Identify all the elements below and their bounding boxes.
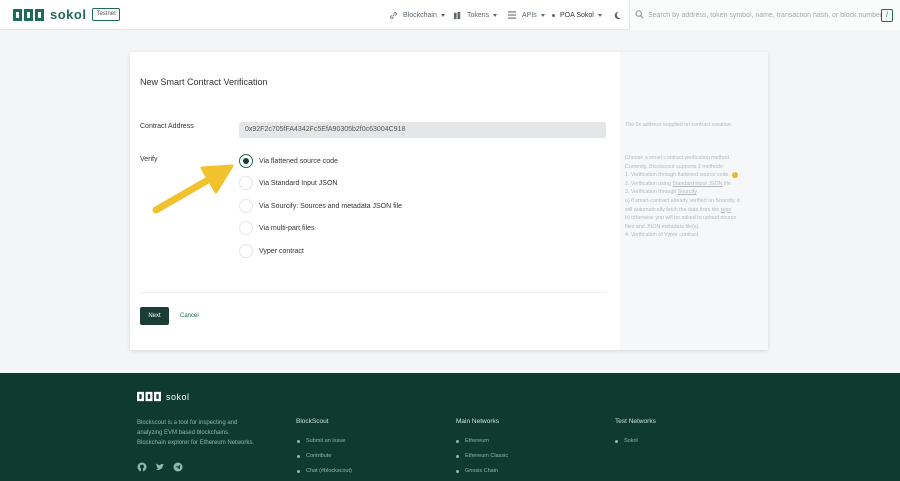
radio-button[interactable] [239, 244, 253, 258]
bullet-icon [297, 469, 300, 473]
method-3-suffix: . [696, 189, 698, 196]
radio-button[interactable] [239, 199, 253, 213]
footer-brand: sokol [166, 391, 190, 402]
footer-link-label: Sokol [624, 438, 638, 444]
theme-toggle[interactable] [613, 0, 622, 30]
contract-address-label: Contract Address [140, 123, 194, 130]
testnet-badge: Testnet [92, 8, 120, 21]
methods-intro: Choose a smart-contract verification met… [625, 155, 731, 170]
nav-blockchain-label: Blockchain [403, 11, 437, 19]
option-label: Via Standard Input JSON [259, 179, 338, 187]
top-navbar: sokol Testnet Blockchain Tokens APIs POA… [0, 0, 900, 30]
option-label: Via multi-part files [259, 224, 315, 232]
github-icon[interactable] [137, 462, 147, 472]
search-bar [629, 0, 900, 30]
radio-button[interactable] [239, 176, 253, 190]
search-shortcut-key: / [881, 9, 893, 22]
radio-dot [243, 158, 249, 164]
bullet-icon [615, 439, 618, 443]
option-label: Via flattened source code [259, 157, 338, 165]
warning-icon: ! [731, 171, 738, 178]
brand-name: sokol [50, 7, 87, 22]
help-sidebar: The 0x address supplied on contract crea… [620, 52, 768, 350]
bullet-icon [297, 439, 300, 443]
footer-link[interactable]: Submit an Issue [297, 438, 345, 444]
nav-network-label: POA Sokol [560, 11, 594, 19]
nav-tokens[interactable]: Tokens [453, 0, 498, 30]
method-3-prefix: 3. Verification through [625, 189, 678, 196]
dot-icon [552, 13, 555, 17]
footer-link[interactable]: Ethereum [456, 438, 489, 444]
option-vyper[interactable]: Vyper contract [239, 244, 304, 258]
chevron-down-icon [540, 13, 545, 17]
radio-button[interactable] [239, 221, 253, 235]
method-4: 4. Verification of Vyper contract. [625, 232, 700, 239]
arrow-annotation-icon [152, 164, 234, 214]
footer-col-test-title: Test Networks [615, 418, 656, 425]
footer-col-blockscout-title: BlockScout [296, 418, 329, 425]
footer-link[interactable]: Chat (#blockscout) [297, 468, 352, 474]
page-title: New Smart Contract Verification [140, 77, 268, 87]
footer-link[interactable]: Gnosis Chain [456, 468, 498, 474]
footer-link-label: Submit an Issue [306, 438, 346, 444]
option-standard-json[interactable]: Via Standard Input JSON [239, 176, 337, 190]
twitter-icon[interactable] [155, 462, 165, 472]
next-button[interactable]: Next [140, 307, 169, 325]
method-3b: b) otherwise you will be asked to upload… [625, 215, 737, 230]
cancel-button[interactable]: Cancel [180, 307, 199, 325]
link-icon [390, 11, 397, 19]
footer-link[interactable]: Sokol [615, 438, 638, 444]
footer: sokol Blockscout is a tool for inspectin… [0, 373, 900, 481]
address-hint: The 0x address supplied on contract crea… [625, 122, 733, 128]
social-links [137, 462, 183, 472]
option-label: Vyper contract [259, 247, 304, 255]
bullet-icon [456, 439, 459, 443]
form-divider [140, 292, 606, 293]
search-icon [635, 10, 644, 19]
blockscout-logo-icon [137, 391, 161, 402]
moon-icon [614, 11, 622, 19]
repo-link[interactable]: repo [721, 207, 732, 213]
method-2-prefix: 2. Verification using [625, 180, 673, 187]
method-1: 1. Verification through flattened source… [625, 172, 730, 179]
footer-link[interactable]: Contribute [297, 453, 331, 459]
brand-logo[interactable]: sokol Testnet [13, 7, 120, 22]
footer-link-label: Contribute [306, 453, 332, 459]
footer-col-main-title: Main Networks [456, 418, 499, 425]
nav-blockchain[interactable]: Blockchain [389, 0, 445, 30]
chevron-down-icon [597, 13, 602, 17]
footer-link-label: Gnosis Chain [465, 468, 499, 474]
telegram-icon[interactable] [173, 462, 183, 472]
footer-link-label: Ethereum [465, 438, 489, 444]
footer-link[interactable]: Ethereum Classic [456, 453, 508, 459]
footer-logo[interactable]: sokol [137, 391, 190, 402]
bullet-icon [456, 454, 459, 458]
nav-apis-label: APIs [522, 11, 537, 19]
footer-link-label: Ethereum Classic [465, 453, 509, 459]
menu-icon [508, 11, 517, 19]
method-2-suffix: file. [722, 180, 733, 187]
chevron-down-icon [440, 13, 445, 17]
bullet-icon [456, 469, 459, 473]
option-multipart[interactable]: Via multi-part files [239, 221, 315, 235]
blockscout-logo-icon [13, 8, 44, 21]
nav-network[interactable]: POA Sokol [552, 0, 602, 30]
option-sourcify[interactable]: Via Sourcify: Sources and metadata JSON … [239, 199, 402, 213]
standard-input-json-link[interactable]: Standard input JSON [672, 181, 722, 187]
search-input[interactable] [648, 7, 883, 23]
nav-apis[interactable]: APIs [508, 0, 545, 30]
sourcify-link[interactable]: Sourcify [678, 189, 697, 195]
bullet-icon [297, 454, 300, 458]
nav-tokens-label: Tokens [467, 11, 490, 19]
option-flattened[interactable]: Via flattened source code [239, 154, 338, 168]
chevron-down-icon [493, 13, 498, 17]
radio-button[interactable] [239, 154, 253, 168]
tokens-icon [453, 11, 461, 19]
footer-link-label: Chat (#blockscout) [306, 468, 352, 474]
footer-about: Blockscout is a tool for inspecting and … [137, 420, 255, 446]
methods-hint: Choose a smart-contract verification met… [625, 154, 745, 240]
contract-address-field[interactable]: 0x92F2c705fFA4342Fc5EfA90305b2f0c63004C9… [239, 122, 606, 138]
option-label: Via Sourcify: Sources and metadata JSON … [259, 202, 403, 210]
